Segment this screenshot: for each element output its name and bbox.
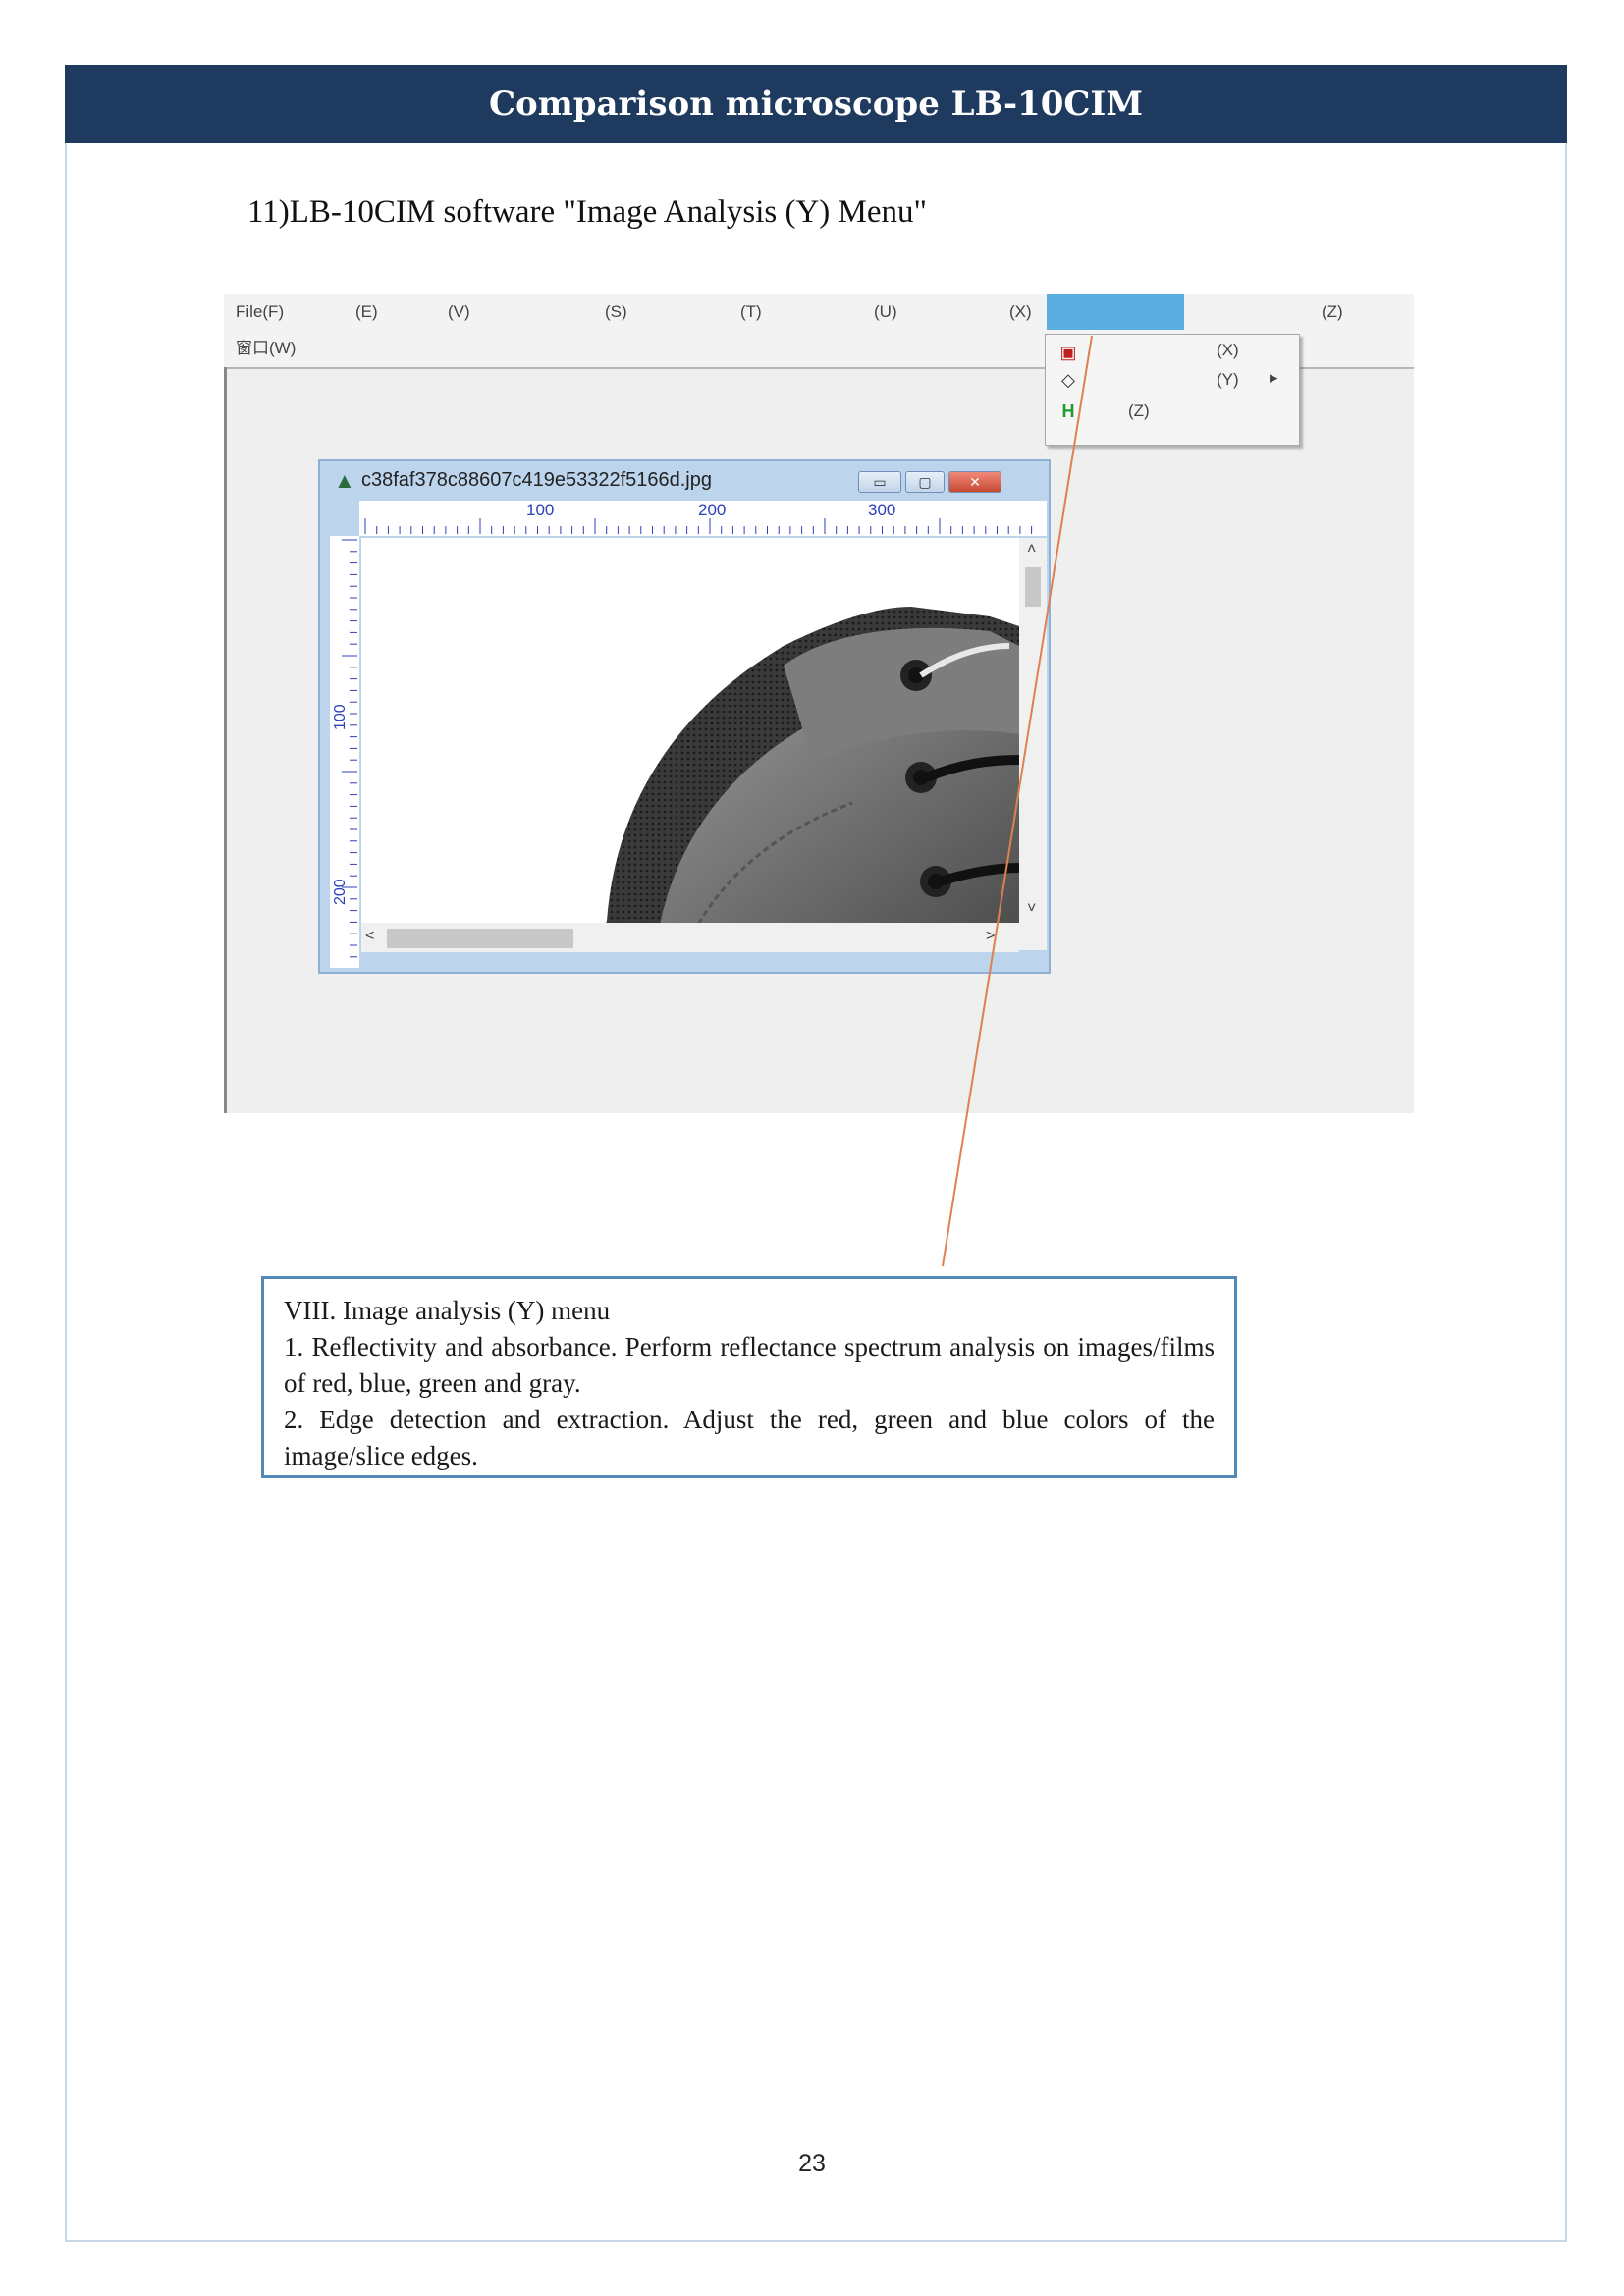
scroll-right-icon[interactable]: > (986, 929, 995, 944)
caption-item-1: 1. Reflectivity and absorbance. Perform … (284, 1332, 1215, 1398)
ruler-top-label-200: 200 (698, 501, 727, 519)
horizontal-scroll-thumb[interactable] (387, 929, 573, 948)
page-header-title: Comparison microscope LB-10CIM (489, 84, 1143, 124)
menu-x[interactable]: (X) (1009, 302, 1032, 322)
diamond-icon: ◇ (1061, 370, 1075, 390)
page-header: Comparison microscope LB-10CIM (65, 65, 1567, 143)
dropdown-item-y[interactable]: (Y) (1217, 370, 1239, 390)
horizontal-scrollbar[interactable]: < > (361, 923, 1019, 952)
scroll-up-icon[interactable]: ˄ (1027, 542, 1036, 558)
ruler-left-label-100: 100 (332, 704, 349, 730)
app-logo-icon: ▲ (334, 468, 355, 493)
caption-item-2: 2. Edge detection and extraction. Adjust… (284, 1405, 1215, 1470)
menu-image-analysis-highlighted[interactable] (1047, 294, 1184, 330)
section-title: 11)LB-10CIM software "Image Analysis (Y)… (247, 194, 928, 230)
page-number: 23 (798, 2150, 826, 2177)
vertical-scroll-thumb[interactable] (1025, 567, 1041, 607)
menu-v[interactable]: (V) (448, 302, 470, 322)
menu-e[interactable]: (E) (355, 302, 378, 322)
ruler-left-label-200: 200 (332, 879, 349, 905)
dropdown-item-z[interactable]: (Z) (1128, 401, 1150, 421)
menu-window[interactable]: 窗口(W) (236, 334, 296, 358)
vertical-scrollbar[interactable]: ˄ ˅ (1019, 538, 1047, 950)
image-analysis-dropdown: ▣ (X) ◇ (Y) ▸ H (Z) (1045, 334, 1300, 446)
image-window-titlebar[interactable]: ▲ c38faf378c88607c419e53322f5166d.jpg ▭ … (320, 461, 1049, 501)
ruler-top-label-300: 300 (868, 501, 896, 519)
menu-u[interactable]: (U) (874, 302, 897, 322)
menu-t[interactable]: (T) (740, 302, 762, 322)
menu-file[interactable]: File(F) (236, 302, 284, 322)
horizontal-ruler: 100 200 300 (359, 501, 1047, 536)
submenu-arrow-icon: ▸ (1270, 368, 1278, 387)
scroll-left-icon[interactable]: < (365, 929, 374, 944)
maximize-button[interactable]: ▢ (905, 471, 945, 493)
dropdown-item-x[interactable]: (X) (1217, 341, 1239, 360)
close-button[interactable]: ✕ (948, 471, 1001, 493)
scroll-down-icon[interactable]: ˅ (1027, 901, 1036, 917)
caption-heading: VIII. Image analysis (Y) menu (284, 1296, 611, 1325)
minimize-button[interactable]: ▭ (858, 471, 901, 493)
vertical-ruler: 100 200 (330, 536, 359, 968)
workspace-border (224, 367, 227, 1113)
reflectivity-icon: ▣ (1059, 343, 1077, 362)
image-window-title: c38faf378c88607c419e53322f5166d.jpg (361, 469, 712, 491)
software-screenshot: File(F) (E) (V) (S) (T) (U) (X) (Z) 窗口(W… (224, 294, 1414, 1113)
menu-z[interactable]: (Z) (1322, 302, 1343, 322)
caption-box: VIII. Image analysis (Y) menu 1. Reflect… (261, 1276, 1237, 1478)
shoe-image (597, 607, 1019, 950)
ruler-top-label-100: 100 (526, 501, 555, 519)
edge-detection-icon: H (1061, 401, 1075, 421)
image-canvas[interactable] (361, 538, 1019, 950)
image-window[interactable]: ▲ c38faf378c88607c419e53322f5166d.jpg ▭ … (318, 459, 1051, 974)
menu-s[interactable]: (S) (605, 302, 627, 322)
